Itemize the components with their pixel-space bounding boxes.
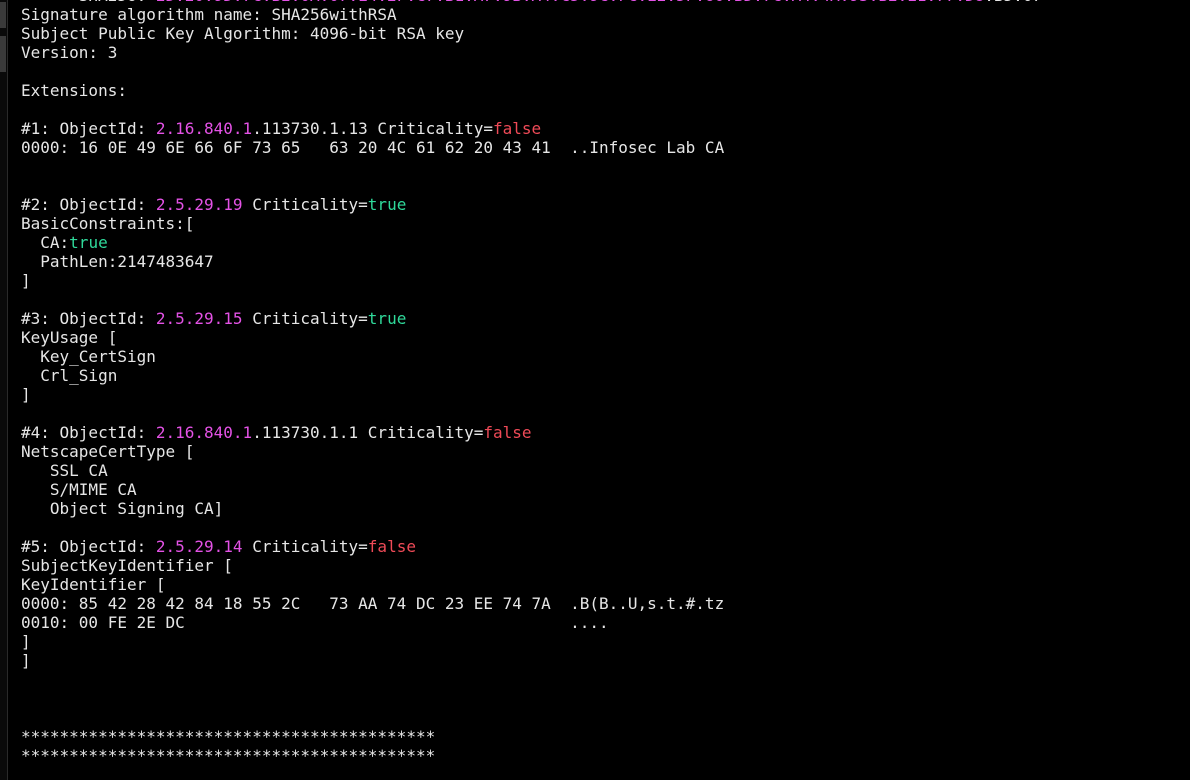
terminal-text: .113730.1.13 Criticality= [252, 119, 494, 138]
terminal-line: Crl_Sign [21, 366, 1186, 385]
terminal-text: Extensions: [21, 81, 127, 100]
terminal-text: BasicConstraints:[ [21, 214, 195, 233]
terminal-text: Criticality= [242, 195, 368, 214]
terminal-text: Criticality= [242, 309, 368, 328]
terminal-line: Object Signing CA] [21, 499, 1186, 518]
terminal-text: Criticality= [242, 537, 368, 556]
terminal-text: false [493, 119, 542, 138]
terminal-text: ] [21, 385, 31, 404]
terminal-line: PathLen:2147483647 [21, 252, 1186, 271]
terminal-line: #5: ObjectId: 2.5.29.14 Criticality=fals… [21, 537, 1186, 556]
terminal-line: Signature algorithm name: SHA256withRSA [21, 5, 1186, 24]
terminal-text: ****************************************… [21, 746, 436, 765]
terminal-line: S/MIME CA [21, 480, 1186, 499]
terminal-text: Version: 3 [21, 43, 118, 62]
terminal-line: ] [21, 651, 1186, 670]
terminal-text: SubjectKeyIdentifier [ [21, 556, 233, 575]
terminal-text: false [367, 537, 416, 556]
terminal-line: #3: ObjectId: 2.5.29.15 Criticality=true [21, 309, 1186, 328]
terminal-line: ] [21, 271, 1186, 290]
terminal-text: 2.16.840.1 [155, 423, 253, 442]
terminal-text: :B5:07 [984, 0, 1042, 5]
window-edge-divider [7, 0, 8, 780]
terminal-line: Extensions: [21, 81, 1186, 100]
terminal-output: SHA256: 2D:20:9D:7C:B2:0A:07:E4:2F:C7:B1… [21, 0, 1186, 765]
terminal-text: PathLen:2147483647 [21, 252, 214, 271]
terminal-line: ****************************************… [21, 746, 1186, 765]
terminal-text: ****************************************… [21, 727, 436, 746]
terminal-text: S/MIME CA [21, 480, 137, 499]
terminal-text: 0000: 85 42 28 42 84 18 55 2C 73 AA 74 D… [21, 594, 725, 613]
terminal-line: #1: ObjectId: 2.16.840.1.113730.1.13 Cri… [21, 119, 1186, 138]
terminal-text: Subject Public Key Algorithm: 4096-bit R… [21, 24, 465, 43]
terminal-line: KeyUsage [ [21, 328, 1186, 347]
terminal-text: Signature algorithm name: SHA256withRSA [21, 5, 397, 24]
terminal-line: 0000: 16 0E 49 6E 66 6F 73 65 63 20 4C 6… [21, 138, 1186, 157]
terminal-text: ] [21, 632, 31, 651]
gutter-marker [0, 2, 6, 28]
terminal-text: #5: ObjectId: [21, 537, 156, 556]
terminal-text: #3: ObjectId: [21, 309, 156, 328]
terminal-text: ] [21, 651, 31, 670]
terminal-text: CA: [21, 233, 70, 252]
terminal-line: 0010: 00 FE 2E DC .... [21, 613, 1186, 632]
terminal-text: SSL CA [21, 461, 108, 480]
terminal-text: true [69, 233, 108, 252]
terminal-line: SSL CA [21, 461, 1186, 480]
terminal-text: #2: ObjectId: [21, 195, 156, 214]
terminal-text: #1: ObjectId: [21, 119, 156, 138]
terminal-text: 0010: 00 FE 2E DC .... [21, 613, 609, 632]
terminal-text: Object Signing CA] [21, 499, 224, 518]
terminal-text: 0000: 16 0E 49 6E 66 6F 73 65 63 20 4C 6… [21, 138, 725, 157]
terminal-line: Version: 3 [21, 43, 1186, 62]
terminal-text: 2.5.29.15 [155, 309, 243, 328]
terminal-line: Subject Public Key Algorithm: 4096-bit R… [21, 24, 1186, 43]
terminal-text: ] [21, 271, 31, 290]
terminal-text: Crl_Sign [21, 366, 118, 385]
terminal-line: BasicConstraints:[ [21, 214, 1186, 233]
terminal-line: KeyIdentifier [ [21, 575, 1186, 594]
terminal-line: SubjectKeyIdentifier [ [21, 556, 1186, 575]
terminal-text: Key_CertSign [21, 347, 156, 366]
terminal-line: CA:true [21, 233, 1186, 252]
terminal-text: false [483, 423, 532, 442]
terminal-line: 0000: 85 42 28 42 84 18 55 2C 73 AA 74 D… [21, 594, 1186, 613]
terminal-text: KeyIdentifier [ [21, 575, 166, 594]
terminal-line: ] [21, 385, 1186, 404]
terminal-line: #4: ObjectId: 2.16.840.1.113730.1.1 Crit… [21, 423, 1186, 442]
terminal-text: 2.5.29.19 [155, 195, 243, 214]
terminal-text: KeyUsage [ [21, 328, 118, 347]
terminal-text: .113730.1.1 Criticality= [252, 423, 484, 442]
terminal-line: ****************************************… [21, 727, 1186, 746]
terminal-text: true [367, 309, 407, 328]
terminal-text: 2.5.29.14 [155, 537, 243, 556]
terminal-window[interactable]: SHA256: 2D:20:9D:7C:B2:0A:07:E4:2F:C7:B1… [0, 0, 1190, 780]
terminal-text: true [367, 195, 407, 214]
terminal-text: 2.16.840.1 [155, 119, 253, 138]
terminal-text: NetscapeCertType [ [21, 442, 195, 461]
terminal-line: #2: ObjectId: 2.5.29.19 Criticality=true [21, 195, 1186, 214]
terminal-line: ] [21, 632, 1186, 651]
terminal-line: Key_CertSign [21, 347, 1186, 366]
terminal-text: #4: ObjectId: [21, 423, 156, 442]
gutter-marker [0, 36, 6, 72]
terminal-line: NetscapeCertType [ [21, 442, 1186, 461]
